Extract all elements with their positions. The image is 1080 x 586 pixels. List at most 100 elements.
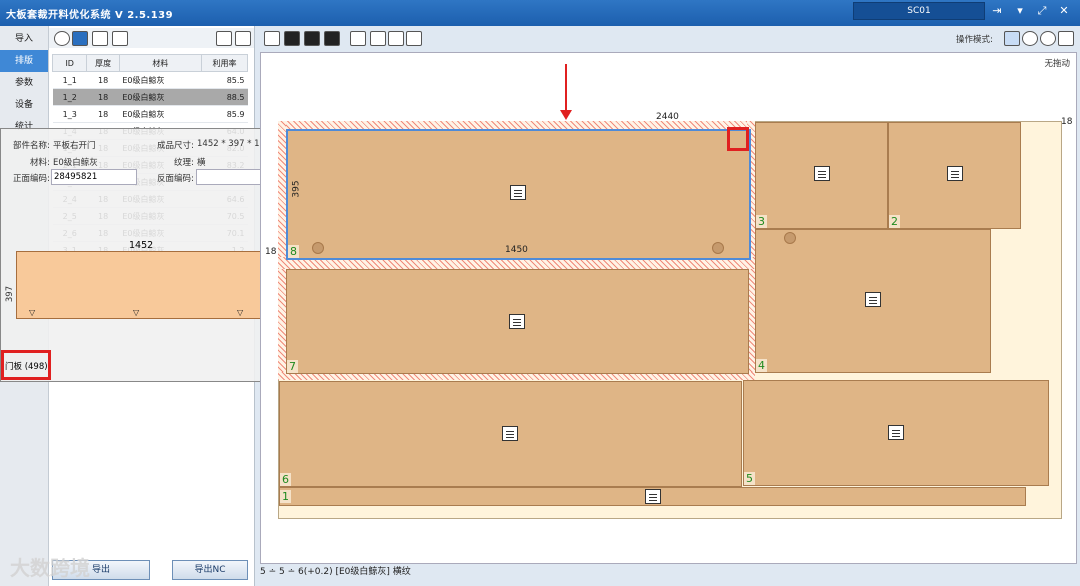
hole-mark — [712, 242, 724, 254]
table-row[interactable]: 1_2 18 E0级白鲸灰 88.5 — [52, 88, 248, 106]
board-thickness: 18 — [1061, 117, 1073, 127]
col-material: 材料 — [118, 54, 202, 72]
part-name-value: 平板右开门 — [53, 141, 96, 151]
part-number: 6 — [280, 473, 291, 486]
part-name-label: 部件名称: — [13, 141, 50, 151]
label-icon — [510, 185, 526, 200]
restore-icon[interactable]: ⤢ — [1034, 4, 1050, 18]
undo-icon[interactable] — [1040, 31, 1056, 46]
label-icon — [509, 314, 525, 329]
list-toolbar — [49, 28, 254, 48]
cell-utilization: 88.5 — [201, 88, 248, 106]
door-count: 门板 (498) — [5, 362, 48, 372]
grain-value: 横 — [197, 158, 206, 168]
material-label: 材料: — [30, 158, 50, 168]
col-utilization: 利用率 — [200, 54, 249, 72]
nav-params[interactable]: 参数 — [0, 72, 48, 94]
import-icon[interactable] — [216, 31, 232, 46]
part-3[interactable]: 3 — [755, 122, 888, 229]
cursor-icon[interactable] — [1004, 31, 1020, 46]
trim-strip — [278, 121, 286, 379]
hinge-icon: ▽ — [29, 308, 36, 317]
gear-icon[interactable] — [54, 31, 70, 46]
close-icon[interactable]: ✕ — [1056, 4, 1072, 18]
part-number: 1 — [280, 490, 291, 503]
part-preview: ▽ ▽ ▽ — [16, 251, 262, 319]
delete-icon[interactable] — [324, 31, 340, 46]
part-8[interactable]: 8 — [286, 129, 751, 260]
part-4[interactable]: 4 — [755, 229, 991, 373]
app-title: 大板套裁开料优化系统 V 2.5.139 — [6, 10, 174, 21]
table-row[interactable]: 1_3 18 E0级白鲸灰 85.9 — [52, 105, 248, 123]
image-icon[interactable] — [92, 31, 108, 46]
hand-icon[interactable] — [1058, 31, 1074, 46]
back-code-label: 反面编码: — [157, 174, 194, 184]
size-value: 1452 * 397 * 18 — [197, 139, 265, 149]
pin-icon[interactable] — [350, 31, 366, 46]
grain-label: 纹理: — [174, 158, 194, 168]
arrow-head — [560, 110, 572, 120]
label-icon — [645, 489, 661, 504]
col-id: ID — [51, 54, 88, 72]
col-thickness: 厚度 — [86, 54, 120, 72]
cell-id: 1_1 — [52, 71, 87, 89]
nav-device[interactable]: 设备 — [0, 94, 48, 116]
cell-thickness: 18 — [86, 105, 120, 123]
settings-icon[interactable]: ▾ — [1012, 4, 1028, 18]
preview-height: 397 — [5, 285, 16, 303]
hole-mark — [784, 232, 796, 244]
label-icon — [814, 166, 830, 181]
hole-mark — [312, 242, 324, 254]
export-nc-button[interactable]: 导出NC — [172, 560, 248, 580]
part-number: 8 — [288, 245, 299, 258]
remove-icon[interactable] — [304, 31, 320, 46]
label-icon — [888, 425, 904, 440]
arrow-shaft — [565, 64, 567, 112]
no-drag-label: 无拖动 — [1044, 59, 1070, 69]
status-bar: 5 ∸ 5 ∸ 6(+0.2) [E0级白鲸灰] 横纹 — [260, 567, 411, 577]
save-icon[interactable] — [264, 31, 280, 46]
material-value: E0级白鲸灰 — [53, 158, 98, 168]
cell-thickness: 18 — [86, 71, 120, 89]
picture-icon[interactable] — [388, 31, 404, 46]
part-number: 3 — [756, 215, 767, 228]
cell-material: E0级白鲸灰 — [119, 105, 202, 123]
canvas-toolbar: 操作模式: — [260, 28, 1080, 48]
front-code-label: 正面编码: — [13, 174, 50, 184]
part-detail-popup: 部件名称: 平板右开门 成品尺寸: 1452 * 397 * 18 材料: E0… — [0, 128, 284, 382]
refresh-icon[interactable] — [235, 31, 251, 46]
title-bar: 大板套裁开料优化系统 V 2.5.139 SC01 ⇥ ▾ ⤢ ✕ — [0, 0, 1080, 26]
car-icon[interactable] — [406, 31, 422, 46]
dim-18: 18 — [265, 247, 277, 257]
hinge-icon: ▽ — [133, 308, 140, 317]
part-5[interactable]: 5 — [743, 380, 1049, 486]
user-field[interactable]: SC01 — [853, 2, 985, 20]
part-1[interactable]: 1 — [279, 487, 1026, 506]
add-icon[interactable] — [284, 31, 300, 46]
label-icon — [865, 292, 881, 307]
front-code-field[interactable]: 28495821 — [51, 169, 137, 185]
cell-id: 1_3 — [52, 105, 87, 123]
nav-layout[interactable]: 排版 — [0, 50, 48, 72]
table-row[interactable]: 1_1 18 E0级白鲸灰 85.5 — [52, 71, 248, 89]
cell-thickness: 18 — [86, 88, 120, 106]
corner-highlight-box — [727, 127, 749, 151]
layout-icon[interactable] — [72, 31, 88, 46]
dim-395: 395 — [291, 180, 302, 198]
part-number: 2 — [889, 215, 900, 228]
label-icon — [502, 426, 518, 441]
dim-1450: 1450 — [505, 245, 528, 255]
logout-icon[interactable]: ⇥ — [989, 4, 1005, 18]
cell-utilization: 85.9 — [201, 105, 248, 123]
print-icon[interactable] — [112, 31, 128, 46]
nav-import[interactable]: 导入 — [0, 28, 48, 50]
trim-strip — [278, 121, 755, 129]
part-2[interactable]: 2 — [888, 122, 1021, 229]
part-number: 4 — [756, 359, 767, 372]
part-6[interactable]: 6 — [279, 381, 742, 487]
watermark-text: 大数跨境 — [10, 556, 90, 580]
part-7[interactable]: 7 — [286, 269, 749, 374]
rotate-icon[interactable] — [1022, 31, 1038, 46]
print-icon[interactable] — [370, 31, 386, 46]
preview-width: 1452 — [129, 240, 154, 251]
